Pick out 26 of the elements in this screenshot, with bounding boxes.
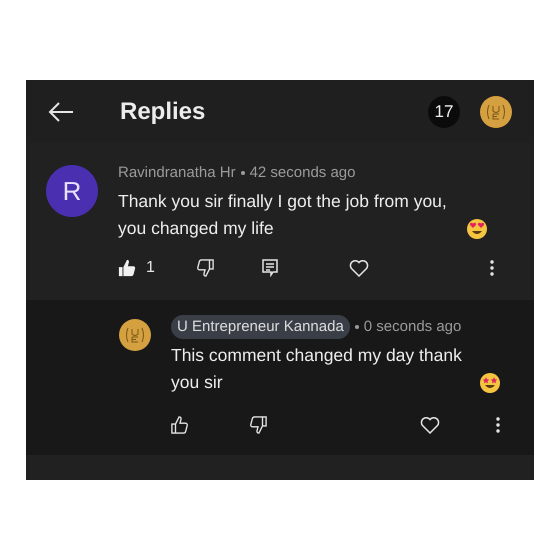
more-options-icon[interactable] (490, 260, 494, 276)
thumbs-down-icon[interactable] (196, 259, 214, 277)
thumbs-up-icon[interactable] (171, 416, 189, 434)
user-avatar: R (46, 165, 98, 217)
reply-icon[interactable] (262, 259, 278, 277)
separator-dot-icon (240, 171, 245, 175)
heart-eyes-emoji-icon (467, 219, 487, 239)
comment-text: This comment changed my day thank you sir (171, 344, 463, 394)
more-options-icon[interactable] (496, 417, 500, 433)
back-arrow-icon[interactable] (48, 102, 74, 122)
thumbs-down-icon[interactable] (249, 416, 267, 434)
author-name[interactable]: Ravindranatha Hr (118, 162, 236, 184)
thumbs-up-icon[interactable] (118, 259, 136, 277)
channel-avatar-icon (119, 319, 151, 351)
heart-icon[interactable] (349, 259, 369, 277)
star-struck-emoji-icon (480, 373, 500, 393)
page-title: Replies (120, 96, 206, 126)
channel-avatar-icon[interactable] (480, 96, 512, 128)
comment-text: Thank you sir finally I got the job from you, you changed my life (118, 190, 448, 240)
separator-dot-icon (354, 325, 359, 329)
timestamp: 0 seconds ago (364, 316, 462, 337)
timestamp: 42 seconds ago (250, 162, 356, 183)
like-count: 1 (146, 258, 155, 278)
notification-count[interactable]: 17 (428, 96, 460, 128)
author-name[interactable]: U Entrepreneur Kannada (171, 314, 350, 340)
heart-icon[interactable] (420, 416, 440, 434)
